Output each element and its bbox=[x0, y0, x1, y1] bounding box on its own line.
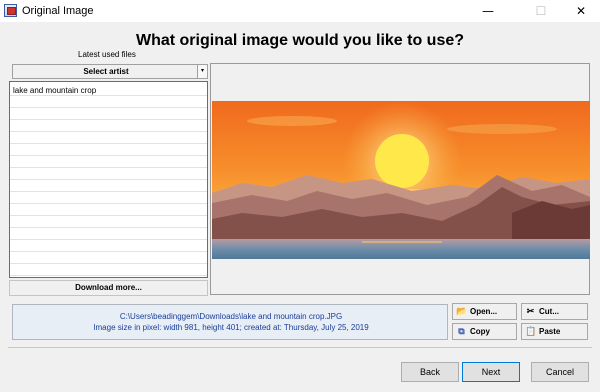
divider bbox=[8, 347, 592, 348]
open-button[interactable]: 📂 Open... bbox=[452, 303, 517, 320]
window-title: Original Image bbox=[22, 5, 94, 17]
download-more-button[interactable]: Download more... bbox=[9, 280, 208, 296]
title-bar: Original Image — ☐ ✕ bbox=[0, 0, 600, 22]
file-info-box: C:\Users\beadinggem\Downloads\lake and m… bbox=[12, 304, 448, 340]
paste-button[interactable]: 📋 Paste bbox=[521, 323, 588, 340]
cut-label: Cut... bbox=[539, 307, 559, 316]
clipboard-icon: 📋 bbox=[525, 326, 537, 336]
next-button[interactable]: Next bbox=[462, 362, 520, 382]
file-details: Image size in pixel: width 981, height 4… bbox=[93, 323, 369, 332]
back-button[interactable]: Back bbox=[401, 362, 459, 382]
select-artist-dropdown[interactable]: Select artist ▾ bbox=[12, 64, 208, 79]
preview-image bbox=[212, 101, 590, 259]
copy-icon: ⧉ bbox=[458, 326, 465, 336]
chevron-down-icon[interactable]: ▾ bbox=[197, 65, 207, 78]
close-button[interactable]: ✕ bbox=[558, 0, 600, 22]
copy-label: Copy bbox=[470, 327, 490, 336]
image-preview-panel bbox=[210, 63, 590, 295]
dialog-body: What original image would you like to us… bbox=[0, 22, 600, 392]
paste-label: Paste bbox=[539, 327, 561, 336]
open-label: Open... bbox=[470, 307, 498, 316]
cancel-button[interactable]: Cancel bbox=[531, 362, 589, 382]
minimize-button[interactable]: — bbox=[465, 0, 511, 22]
scissors-icon: ✂ bbox=[526, 306, 535, 316]
cut-button[interactable]: ✂ Cut... bbox=[521, 303, 588, 320]
latest-used-label: Latest used files bbox=[78, 50, 136, 59]
folder-open-icon: 📂 bbox=[456, 306, 468, 316]
copy-button[interactable]: ⧉ Copy bbox=[452, 323, 517, 340]
select-artist-label: Select artist bbox=[83, 67, 129, 76]
list-item[interactable]: lake and mountain crop bbox=[13, 86, 96, 95]
file-path: C:\Users\beadinggem\Downloads\lake and m… bbox=[119, 312, 343, 321]
page-title: What original image would you like to us… bbox=[135, 32, 465, 49]
app-icon bbox=[4, 4, 17, 17]
recent-files-list[interactable]: lake and mountain crop bbox=[9, 81, 208, 278]
